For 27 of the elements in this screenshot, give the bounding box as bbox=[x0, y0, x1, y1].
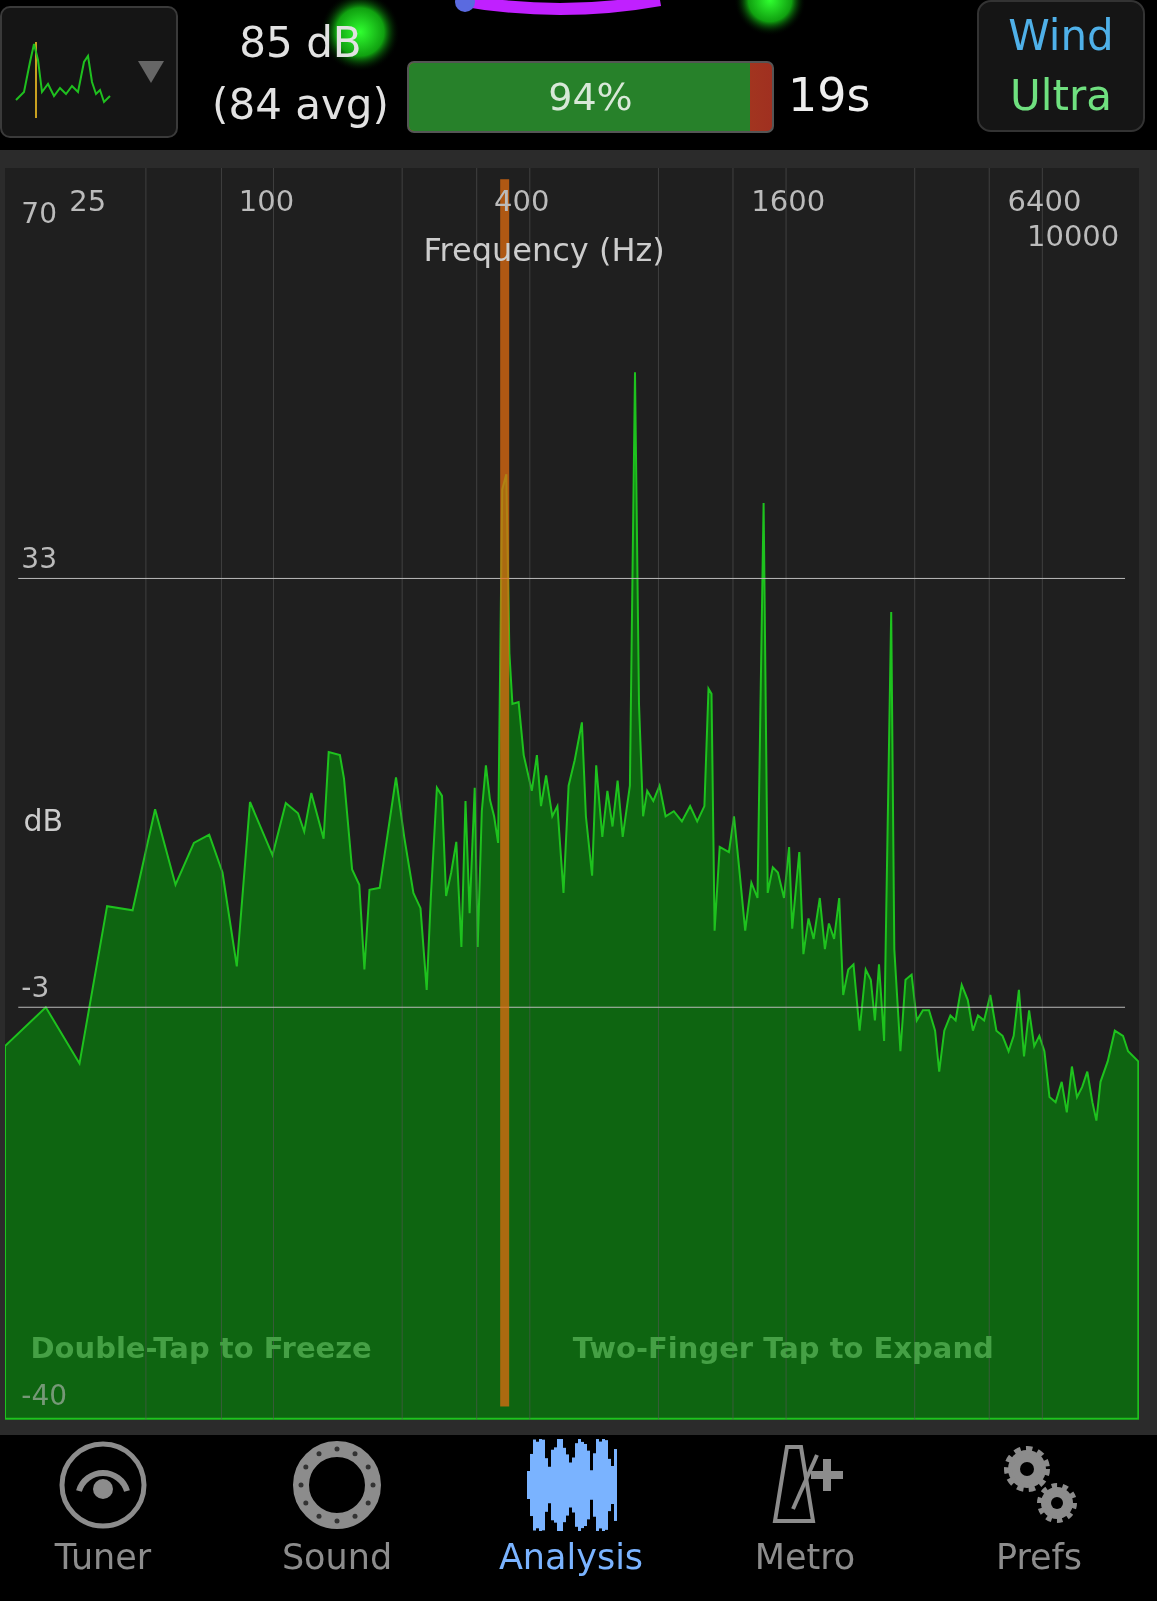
axis-tick-label: 10000 bbox=[1027, 219, 1120, 254]
tuner-icon bbox=[57, 1439, 149, 1531]
tab[interactable]: Analysis bbox=[454, 1435, 688, 1601]
axis-tick-label: 25 bbox=[69, 183, 107, 218]
tab[interactable]: Sound bbox=[220, 1435, 454, 1601]
hint-text: Double-Tap to Freeze bbox=[30, 1331, 372, 1366]
axis-tick-label: -40 bbox=[21, 1379, 68, 1413]
dropdown-caret-icon bbox=[138, 61, 164, 83]
level-readout: 85 dB bbox=[239, 17, 362, 69]
mode-button[interactable]: Wind Ultra bbox=[977, 0, 1145, 132]
axis-tick-label: 33 bbox=[21, 542, 57, 575]
waveform-menu-button[interactable] bbox=[0, 6, 178, 138]
tab[interactable]: Tuner bbox=[0, 1435, 220, 1601]
hint-text: Two-Finger Tap to Expand bbox=[572, 1331, 994, 1366]
axis-tick-label: 70 bbox=[21, 196, 57, 230]
axis-tick-label: -3 bbox=[21, 970, 50, 1004]
waveform-icon bbox=[525, 1439, 617, 1531]
average-readout: (84 avg) bbox=[212, 79, 389, 131]
tab[interactable]: Metro bbox=[688, 1435, 922, 1601]
axis-tick-label: 6400 bbox=[1007, 183, 1082, 218]
tab[interactable]: Prefs bbox=[922, 1435, 1156, 1601]
axis-title: dB bbox=[23, 803, 63, 839]
timer-text: 19s bbox=[788, 68, 871, 122]
axis-tick-label: 1600 bbox=[751, 183, 826, 218]
progress-label: 94% bbox=[548, 75, 633, 119]
note-wheel-icon bbox=[291, 1439, 383, 1531]
axis-tick-label: 100 bbox=[238, 183, 295, 218]
